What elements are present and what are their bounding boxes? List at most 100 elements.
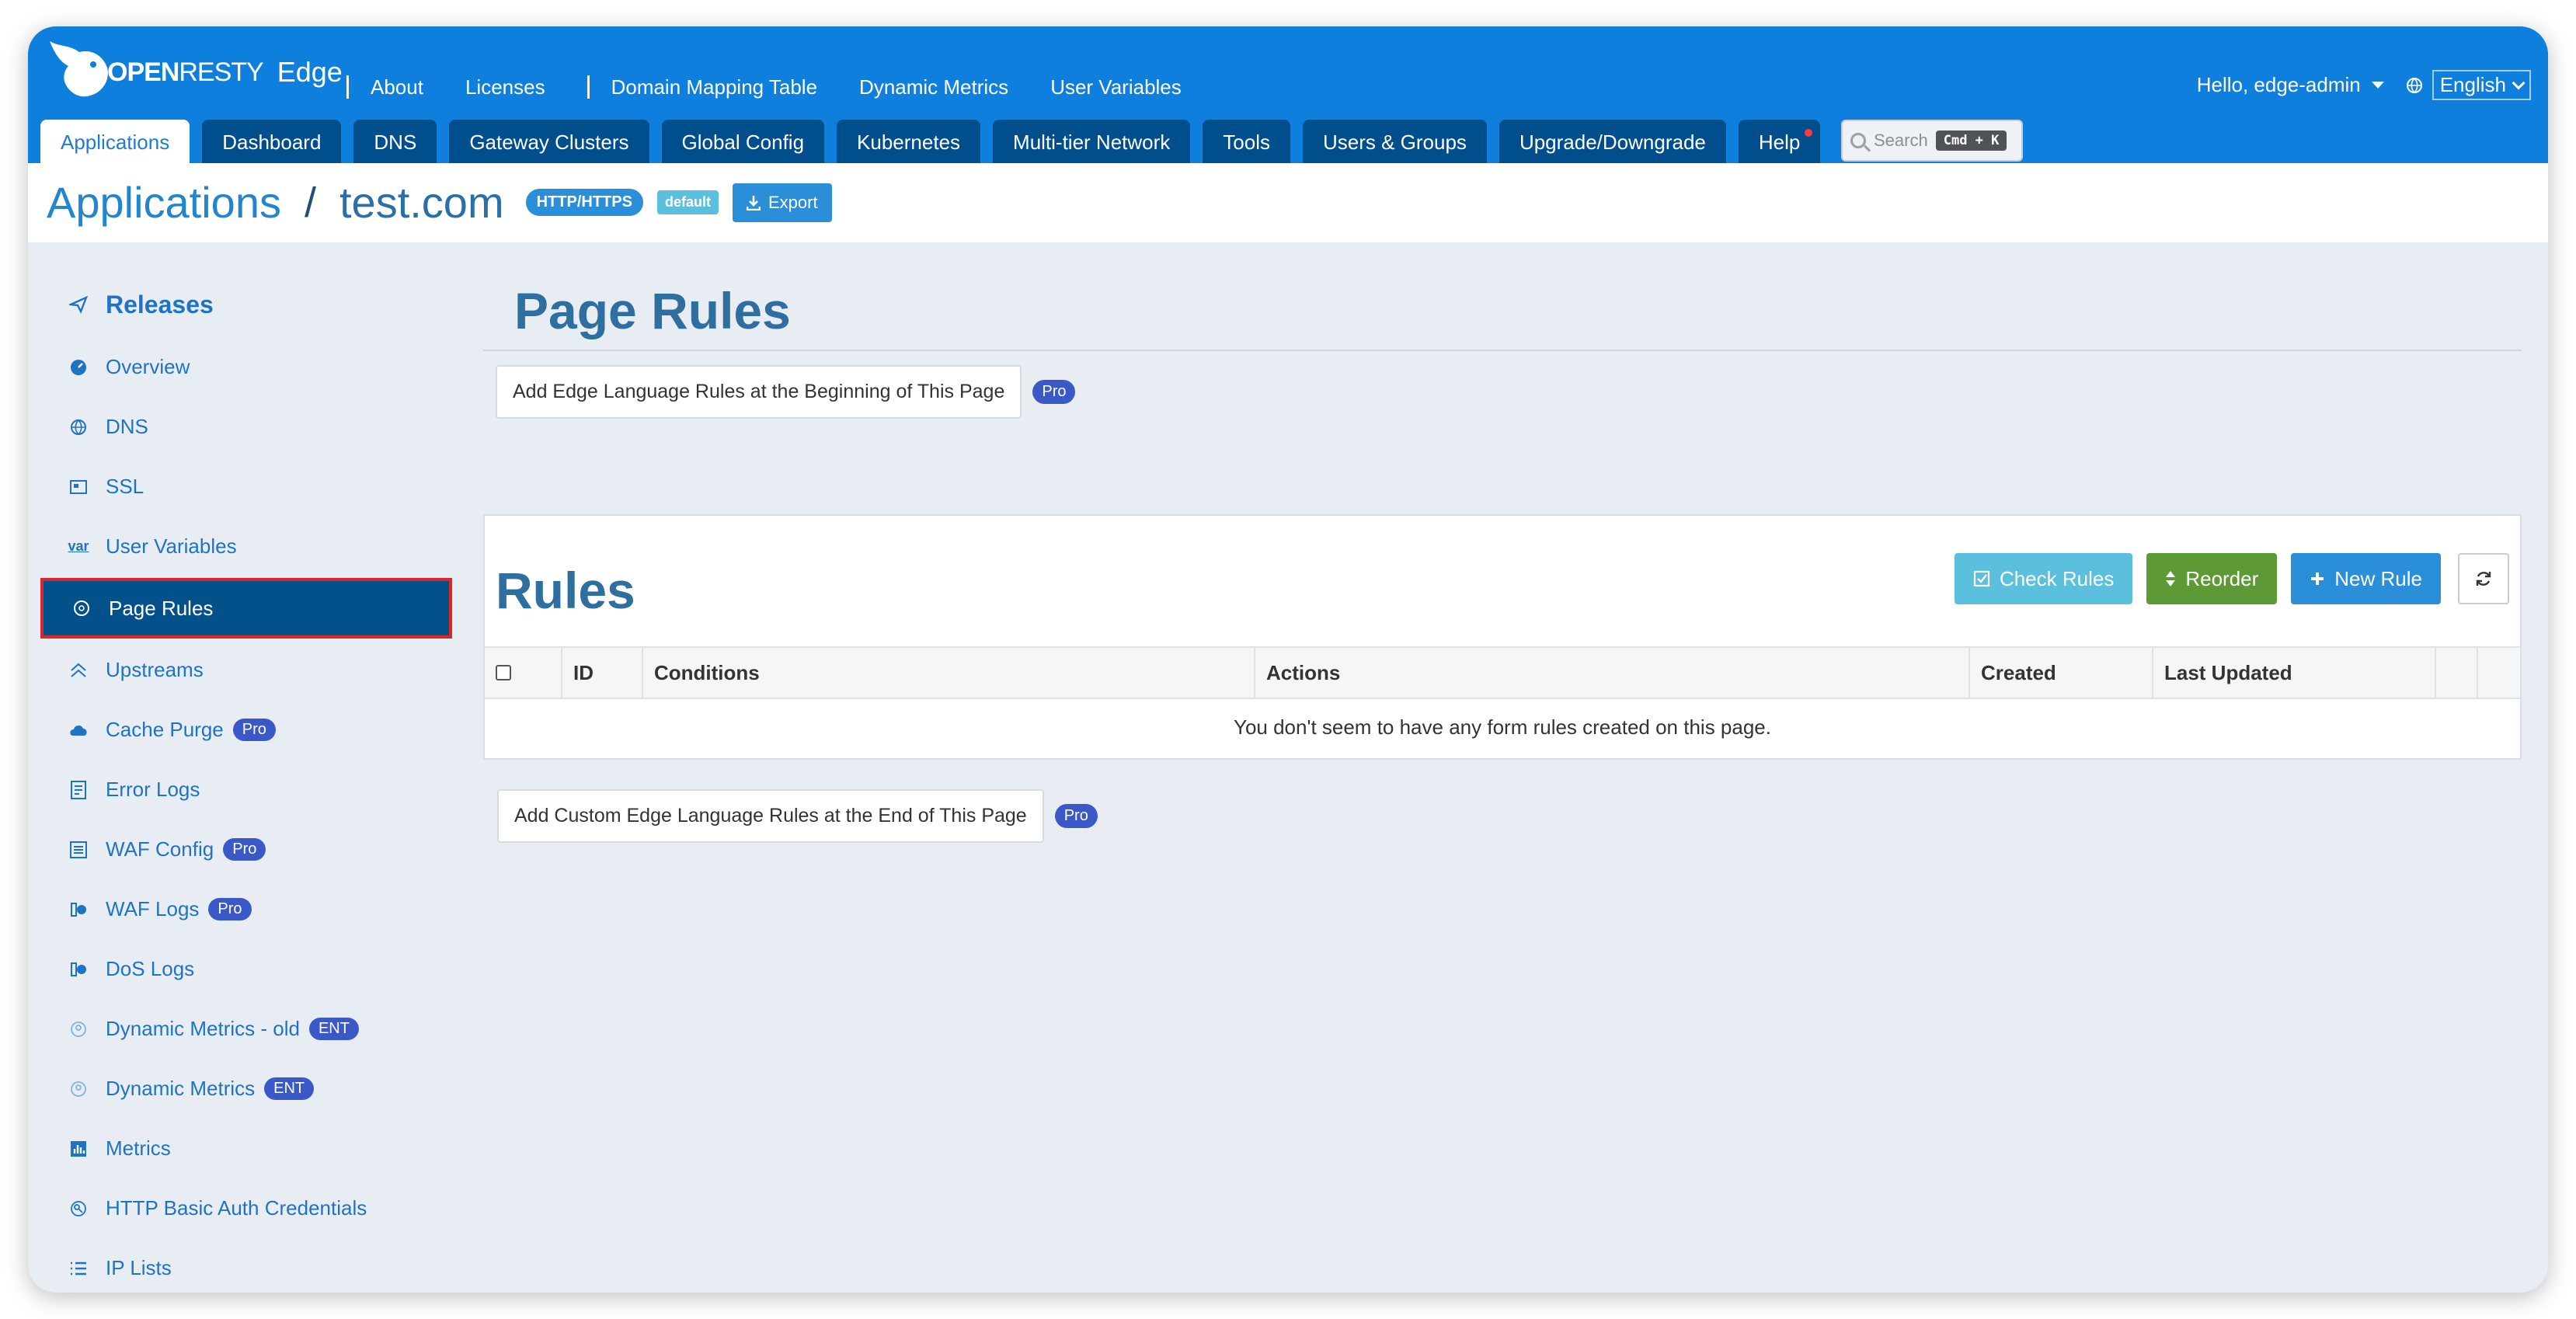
column-actions[interactable]: Actions: [1255, 648, 1970, 698]
check-rules-button[interactable]: Check Rules: [1954, 553, 2133, 604]
refresh-button[interactable]: [2458, 553, 2509, 604]
sidebar-item-dynamic-metrics[interactable]: Dynamic Metrics ENT: [40, 1059, 452, 1119]
sidebar-item-http-basic-auth[interactable]: HTTP Basic Auth Credentials: [40, 1178, 452, 1238]
sidebar-item-label: Page Rules: [109, 596, 214, 620]
bar-chart-icon: [68, 1139, 89, 1159]
sidebar-item-label: HTTP Basic Auth Credentials: [106, 1196, 367, 1220]
language-select[interactable]: English: [2432, 70, 2531, 100]
new-rule-label: New Rule: [2334, 566, 2422, 590]
export-label: Export: [768, 192, 818, 212]
sidebar-item-label: Metrics: [106, 1136, 171, 1160]
sidebar-item-dos-logs[interactable]: DoS Logs: [40, 939, 452, 999]
tab-dns[interactable]: DNS: [353, 120, 437, 163]
bird-logo-icon: [50, 41, 108, 97]
sidebar-header-releases[interactable]: Releases: [40, 272, 452, 337]
sidebar-item-dynamic-metrics-old[interactable]: Dynamic Metrics - old ENT: [40, 999, 452, 1059]
sidebar-item-page-rules[interactable]: Page Rules: [40, 578, 452, 639]
breadcrumb-applications[interactable]: Applications: [47, 177, 281, 228]
select-all-checkbox[interactable]: [496, 665, 511, 680]
sidebar-item-user-variables[interactable]: var User Variables: [40, 517, 452, 576]
sidebar-item-label: Cache Purge: [106, 718, 224, 741]
pro-badge: Pro: [232, 719, 276, 741]
openresty-logo[interactable]: OPENRESTY Edge: [45, 30, 343, 115]
tab-users-groups[interactable]: Users & Groups: [1302, 120, 1487, 163]
add-begin-rules-button[interactable]: Add Edge Language Rules at the Beginning…: [496, 365, 1022, 419]
top-links: About Licenses Domain Mapping Table Dyna…: [346, 71, 1224, 103]
sidebar-item-upstreams[interactable]: Upstreams: [40, 640, 452, 700]
breadcrumb-domain[interactable]: test.com: [339, 177, 504, 228]
sidebar: Releases Overview DNS SSL var User Varia…: [40, 272, 452, 1293]
dashboard-icon: [68, 357, 89, 378]
circle-icon: [71, 598, 92, 618]
sidebar-item-label: Error Logs: [106, 778, 200, 801]
certificate-icon: [68, 477, 89, 497]
rules-table: ID Conditions Actions Created Last Updat…: [485, 646, 2520, 755]
divider: [483, 350, 2522, 351]
checkbox-icon: [1973, 570, 1990, 587]
search-box[interactable]: Search Cmd + K: [1841, 120, 2023, 162]
tab-help[interactable]: Help: [1738, 120, 1821, 163]
sidebar-item-cache-purge[interactable]: Cache Purge Pro: [40, 700, 452, 760]
sidebar-item-label: Dynamic Metrics - old: [106, 1017, 300, 1040]
column-id[interactable]: ID: [562, 648, 643, 698]
list-icon: [68, 1258, 89, 1279]
tab-gateway-clusters[interactable]: Gateway Clusters: [449, 120, 649, 163]
breadcrumb-separator: /: [304, 179, 316, 226]
nav-dynamic-metrics[interactable]: Dynamic Metrics: [859, 75, 1008, 99]
add-end-rules-button[interactable]: Add Custom Edge Language Rules at the En…: [497, 789, 1044, 843]
tab-upgrade-downgrade[interactable]: Upgrade/Downgrade: [1499, 120, 1726, 163]
pro-badge: Pro: [1054, 804, 1098, 828]
column-created[interactable]: Created: [1970, 648, 2153, 698]
pro-badge: Pro: [223, 838, 266, 861]
export-button[interactable]: Export: [732, 183, 832, 222]
globe-icon: [68, 417, 89, 437]
product-name: Edge: [277, 56, 343, 88]
tab-dashboard[interactable]: Dashboard: [202, 120, 342, 163]
sidebar-item-metrics[interactable]: Metrics: [40, 1119, 452, 1178]
paper-plane-icon: [68, 294, 89, 315]
nav-about[interactable]: About: [371, 75, 423, 99]
app-window: OPENRESTY Edge About Licenses Domain Map…: [28, 26, 2548, 1293]
notification-dot: [1805, 129, 1813, 137]
key-icon: [68, 1199, 89, 1219]
globe-icon: [2406, 77, 2422, 93]
tab-applications[interactable]: Applications: [40, 120, 190, 163]
sidebar-item-error-logs[interactable]: Error Logs: [40, 760, 452, 820]
shield-log-icon: [68, 959, 89, 980]
sidebar-item-dns[interactable]: DNS: [40, 397, 452, 457]
new-rule-button[interactable]: New Rule: [2291, 553, 2441, 604]
sidebar-header-label: Releases: [106, 290, 214, 318]
column-conditions[interactable]: Conditions: [643, 648, 1255, 698]
sidebar-item-label: DoS Logs: [106, 957, 195, 980]
sidebar-item-label: User Variables: [106, 534, 237, 558]
sidebar-item-label: Upstreams: [106, 658, 204, 681]
reorder-button[interactable]: Reorder: [2146, 553, 2278, 604]
sidebar-item-ip-lists[interactable]: IP Lists: [40, 1238, 452, 1293]
language-selector[interactable]: English: [2406, 70, 2531, 100]
column-last-updated[interactable]: Last Updated: [2153, 648, 2436, 698]
tab-multi-tier-network[interactable]: Multi-tier Network: [993, 120, 1191, 163]
var-icon: var: [68, 538, 89, 554]
nav-domain-mapping-table[interactable]: Domain Mapping Table: [611, 75, 817, 99]
nav-user-variables[interactable]: User Variables: [1050, 75, 1182, 99]
sidebar-item-waf-config[interactable]: WAF Config Pro: [40, 820, 452, 879]
select-all-cell: [485, 648, 562, 698]
top-navbar: OPENRESTY Edge About Licenses Domain Map…: [28, 26, 2548, 163]
check-rules-label: Check Rules: [1999, 566, 2115, 590]
sidebar-item-label: Overview: [106, 355, 190, 378]
search-shortcut: Cmd + K: [1935, 131, 2007, 151]
nav-licenses[interactable]: Licenses: [465, 75, 545, 99]
ent-badge: ENT: [264, 1077, 315, 1100]
tab-kubernetes[interactable]: Kubernetes: [837, 120, 981, 163]
sidebar-item-label: SSL: [106, 475, 144, 498]
user-menu[interactable]: Hello, edge-admin: [2197, 73, 2384, 97]
tab-help-label: Help: [1758, 131, 1801, 154]
search-icon: [1850, 133, 1866, 148]
sidebar-item-overview[interactable]: Overview: [40, 337, 452, 397]
empty-table-message: You don't seem to have any form rules cr…: [1234, 715, 1771, 739]
tab-tools[interactable]: Tools: [1203, 120, 1290, 163]
tab-global-config[interactable]: Global Config: [661, 120, 825, 163]
sort-icon: [2166, 571, 2176, 586]
sidebar-item-ssl[interactable]: SSL: [40, 457, 452, 517]
sidebar-item-waf-logs[interactable]: WAF Logs Pro: [40, 879, 452, 939]
